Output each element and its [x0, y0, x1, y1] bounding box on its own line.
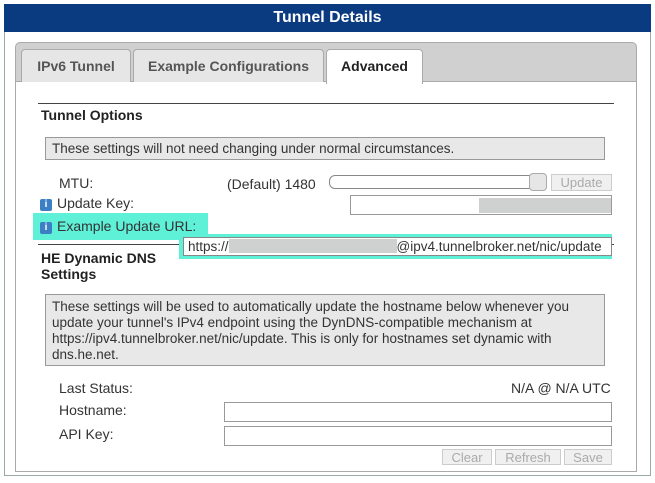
example-update-url-label: i Example Update URL:	[40, 218, 196, 234]
tunnel-options-title: Tunnel Options	[41, 107, 143, 123]
tab-ipv6-tunnel[interactable]: IPv6 Tunnel	[21, 49, 131, 82]
tab-example-configurations[interactable]: Example Configurations	[133, 49, 324, 82]
last-status-value: N/A @ N/A UTC	[511, 380, 611, 396]
tunnel-options-notice: These settings will not need changing un…	[45, 137, 605, 160]
hostname-field[interactable]	[224, 402, 612, 422]
mtu-slider[interactable]	[329, 175, 547, 189]
url-suffix: @ipv4.tunnelbroker.net/nic/update	[396, 239, 602, 254]
clear-button[interactable]: Clear	[442, 449, 492, 465]
update-key-label-text: Update Key:	[57, 195, 135, 211]
section-divider	[38, 103, 614, 104]
he-dns-title: HE Dynamic DNS Settings	[41, 250, 156, 282]
tab-advanced[interactable]: Advanced	[326, 49, 423, 84]
mtu-value: (Default) 1480	[227, 176, 316, 192]
update-key-field[interactable]	[350, 195, 612, 215]
url-prefix: https://	[188, 239, 229, 254]
hostname-label: Hostname:	[59, 402, 127, 418]
mtu-update-button[interactable]: Update	[551, 174, 612, 191]
info-icon[interactable]: i	[40, 222, 52, 234]
info-icon[interactable]: i	[40, 199, 52, 211]
api-key-field[interactable]	[224, 426, 612, 446]
he-dns-title-line1: HE Dynamic DNS	[41, 250, 157, 266]
tab-bar: IPv6 Tunnel Example Configurations Advan…	[15, 42, 637, 84]
update-key-label: i Update Key:	[40, 195, 134, 211]
he-dns-title-line2: Settings	[41, 266, 97, 282]
redacted-value	[228, 239, 397, 253]
window-title: Tunnel Details	[4, 4, 651, 32]
mtu-label: MTU:	[59, 175, 94, 191]
he-dns-notice: These settings will be used to automatic…	[45, 294, 605, 366]
example-update-url-field[interactable]: https:// @ipv4.tunnelbroker.net/nic/updat…	[183, 237, 612, 256]
refresh-button[interactable]: Refresh	[495, 449, 561, 465]
api-key-label: API Key:	[59, 426, 114, 442]
save-button[interactable]: Save	[564, 449, 612, 465]
example-update-url-label-text: Example Update URL:	[57, 218, 197, 234]
redacted-value	[479, 198, 611, 213]
mtu-slider-handle[interactable]	[529, 173, 547, 191]
last-status-label: Last Status:	[59, 380, 133, 396]
